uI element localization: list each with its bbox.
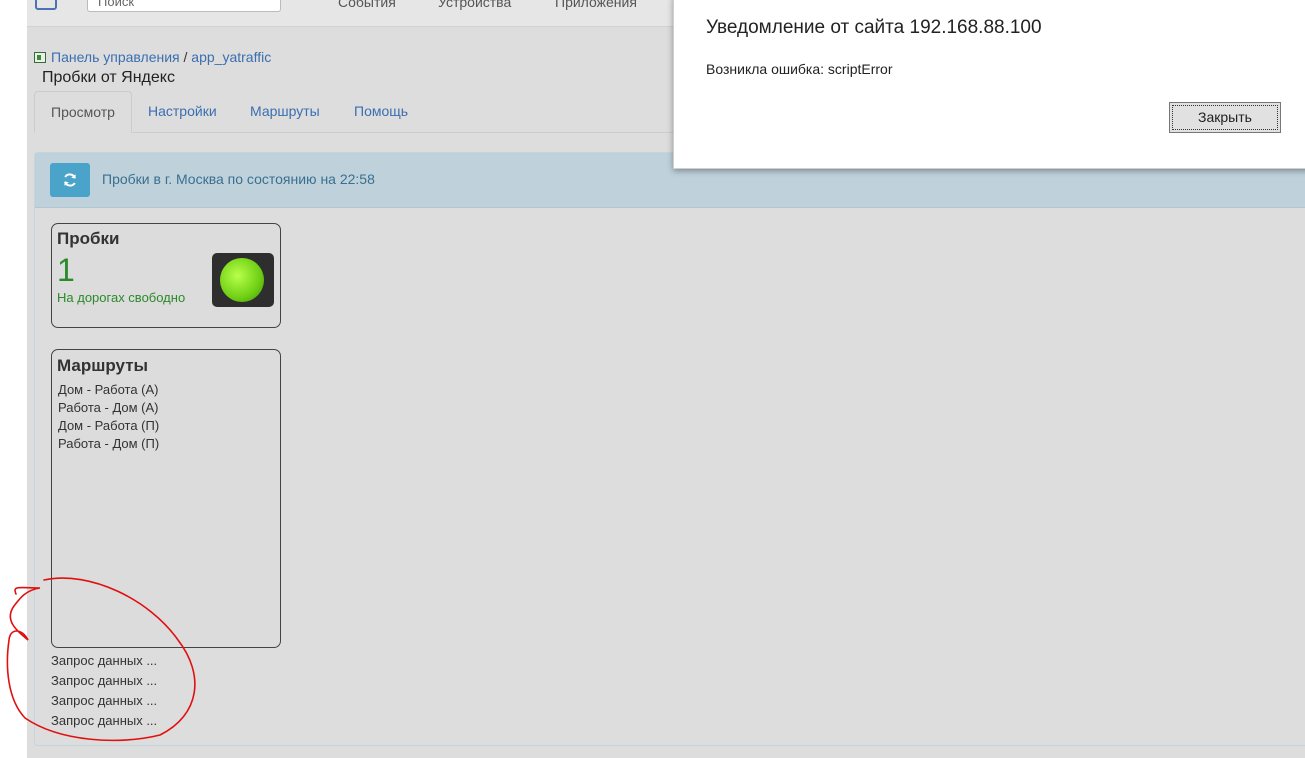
breadcrumb-control-panel[interactable]: Панель управления [51, 49, 180, 65]
route-item[interactable]: Дом - Работа (П) [58, 417, 159, 435]
traffic-title: Пробки [57, 229, 120, 248]
tab-help[interactable]: Помощь [338, 91, 424, 131]
status-text: Пробки в г. Москва по состоянию на 22:58 [102, 171, 375, 187]
traffic-panel: Пробки в г. Москва по состоянию на 22:58… [34, 152, 1305, 746]
close-button[interactable]: Закрыть [1169, 102, 1281, 133]
dialog-title: Уведомление от сайта 192.168.88.100 [706, 17, 1042, 38]
tab-routes[interactable]: Маршруты [234, 91, 336, 131]
tab-settings[interactable]: Настройки [132, 91, 233, 131]
dialog-message-prefix: Возникла ошибка: [706, 61, 828, 77]
traffic-light-icon [212, 253, 274, 307]
nav-link-apps[interactable]: Приложения [555, 0, 637, 10]
route-item[interactable]: Работа - Дом (П) [58, 435, 159, 453]
site-notification-dialog: Уведомление от сайта 192.168.88.100 Возн… [673, 0, 1305, 169]
refresh-icon [64, 173, 76, 187]
nav-link-devices[interactable]: Устройства [438, 0, 511, 10]
dialog-message: Возникла ошибка: scriptError [706, 61, 892, 77]
routes-widget: Маршруты Дом - Работа (А) Работа - Дом (… [51, 349, 281, 648]
request-status: Запрос данных ... [51, 653, 158, 668]
traffic-widget: Пробки 1 На дорогах свободно [51, 223, 281, 328]
breadcrumb-separator: / [183, 49, 188, 65]
request-status-list: Запрос данных ... Запрос данных ... Запр… [51, 651, 157, 731]
route-item[interactable]: Работа - Дом (А) [58, 399, 159, 417]
request-status: Запрос данных ... [51, 693, 158, 708]
search-input[interactable]: Поиск [87, 0, 281, 12]
dialog-error-code: scriptError [827, 61, 893, 77]
refresh-button[interactable] [50, 163, 90, 197]
route-item[interactable]: Дом - Работа (А) [58, 381, 159, 399]
control-panel-icon [34, 52, 46, 63]
request-status: Запрос данных ... [51, 713, 158, 728]
request-status: Запрос данных ... [51, 673, 158, 688]
page-title: Пробки от Яндекс [42, 69, 175, 86]
nav-link-events[interactable]: События [338, 0, 396, 10]
tab-view[interactable]: Просмотр [34, 91, 132, 133]
breadcrumb: Панель управления / app_yatraffic [34, 49, 271, 65]
traffic-hint: На дорогах свободно [57, 290, 186, 305]
routes-title: Маршруты [57, 356, 149, 375]
traffic-score: 1 [57, 252, 75, 288]
breadcrumb-app[interactable]: app_yatraffic [191, 49, 271, 65]
routes-list: Дом - Работа (А) Работа - Дом (А) Дом - … [58, 381, 159, 453]
app-logo-icon[interactable] [35, 0, 57, 10]
